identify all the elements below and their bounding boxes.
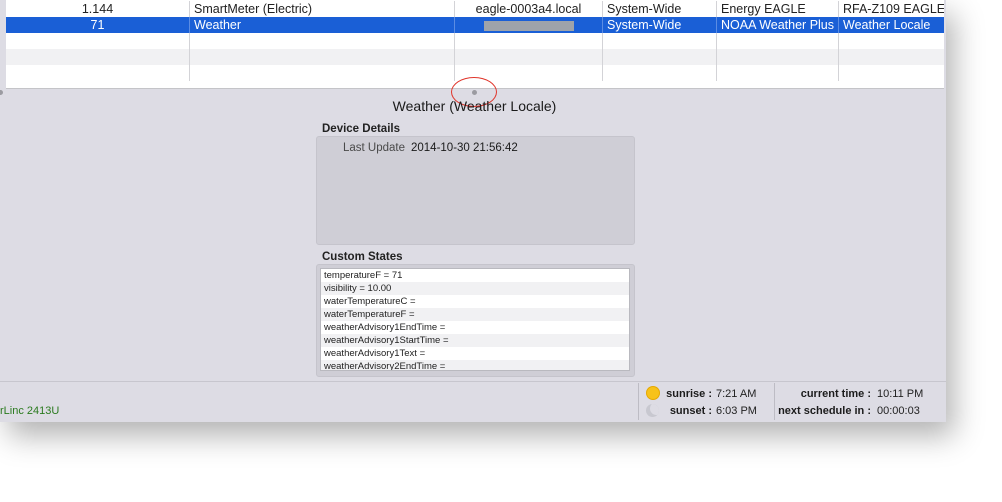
detail-title: Weather (Weather Locale) (392, 98, 557, 114)
last-update-key: Last Update (342, 142, 405, 154)
cell-model: NOAA Weather Plus (717, 17, 839, 33)
device-details-label: Device Details (322, 123, 400, 135)
cell-address: 71 (6, 17, 190, 33)
custom-states-label: Custom States (322, 251, 403, 263)
list-item[interactable]: waterTemperatureC = (321, 295, 629, 308)
footer-divider (0, 381, 946, 382)
cell-folder: System-Wide (603, 1, 717, 17)
table-row-empty[interactable] (6, 49, 944, 65)
sunrise-label: sunrise : (666, 388, 712, 400)
sunrise-value: 7:21 AM (716, 388, 757, 400)
redacted-address-bar (483, 20, 574, 31)
cell-name: SmartMeter (Electric) (190, 1, 455, 17)
cell-folder: System-Wide (603, 17, 717, 33)
list-item[interactable]: weatherAdvisory1StartTime = (321, 334, 629, 347)
interface-device-name: rLinc 2413U (0, 405, 60, 417)
next-schedule-label: next schedule in : (778, 405, 871, 417)
next-schedule-value: 00:00:03 (877, 405, 920, 417)
cell-type: Weather Locale (843, 18, 931, 32)
list-item[interactable]: temperatureF = 71 (321, 269, 629, 282)
table-row-empty[interactable] (6, 33, 944, 49)
list-item[interactable]: waterTemperatureF = (321, 308, 629, 321)
last-update-value: 2014-10-30 21:56:42 (411, 142, 518, 154)
sun-icon (647, 387, 659, 399)
split-handle-left[interactable] (0, 90, 3, 95)
custom-states-list[interactable]: temperatureF = 71 visibility = 10.00 wat… (320, 268, 630, 371)
list-item[interactable]: visibility = 10.00 (321, 282, 629, 295)
current-time-value: 10:11 PM (877, 388, 924, 400)
sunset-label: sunset : (669, 405, 712, 417)
footer-divider-1 (638, 383, 639, 420)
cell-interface-redacted (455, 17, 603, 33)
device-details-panel: Last Update 2014-10-30 21:56:42 (316, 136, 635, 245)
cell-address: 1.144 (6, 1, 190, 17)
main-window: 1.144 SmartMeter (Electric) eagle-0003a4… (0, 0, 946, 422)
table-row-selected[interactable]: 71 Weather System-Wide NOAA Weather Plus… (6, 17, 944, 33)
cell-interface: eagle-0003a4.local (455, 1, 603, 17)
list-item[interactable]: weatherAdvisory1Text = (321, 347, 629, 360)
cell-type: RFA-Z109 EAGLE (843, 2, 944, 16)
current-time-label: current time : (800, 388, 871, 400)
list-item[interactable]: weatherAdvisory2EndTime = (321, 360, 629, 370)
moon-icon (646, 404, 659, 417)
footer-divider-2 (774, 383, 775, 420)
device-table[interactable]: 1.144 SmartMeter (Electric) eagle-0003a4… (6, 0, 944, 89)
list-item[interactable]: weatherAdvisory1EndTime = (321, 321, 629, 334)
table-row[interactable]: 1.144 SmartMeter (Electric) eagle-0003a4… (6, 1, 944, 17)
cell-name: Weather (190, 17, 455, 33)
sunset-value: 6:03 PM (716, 405, 757, 417)
cell-model: Energy EAGLE (717, 1, 839, 17)
